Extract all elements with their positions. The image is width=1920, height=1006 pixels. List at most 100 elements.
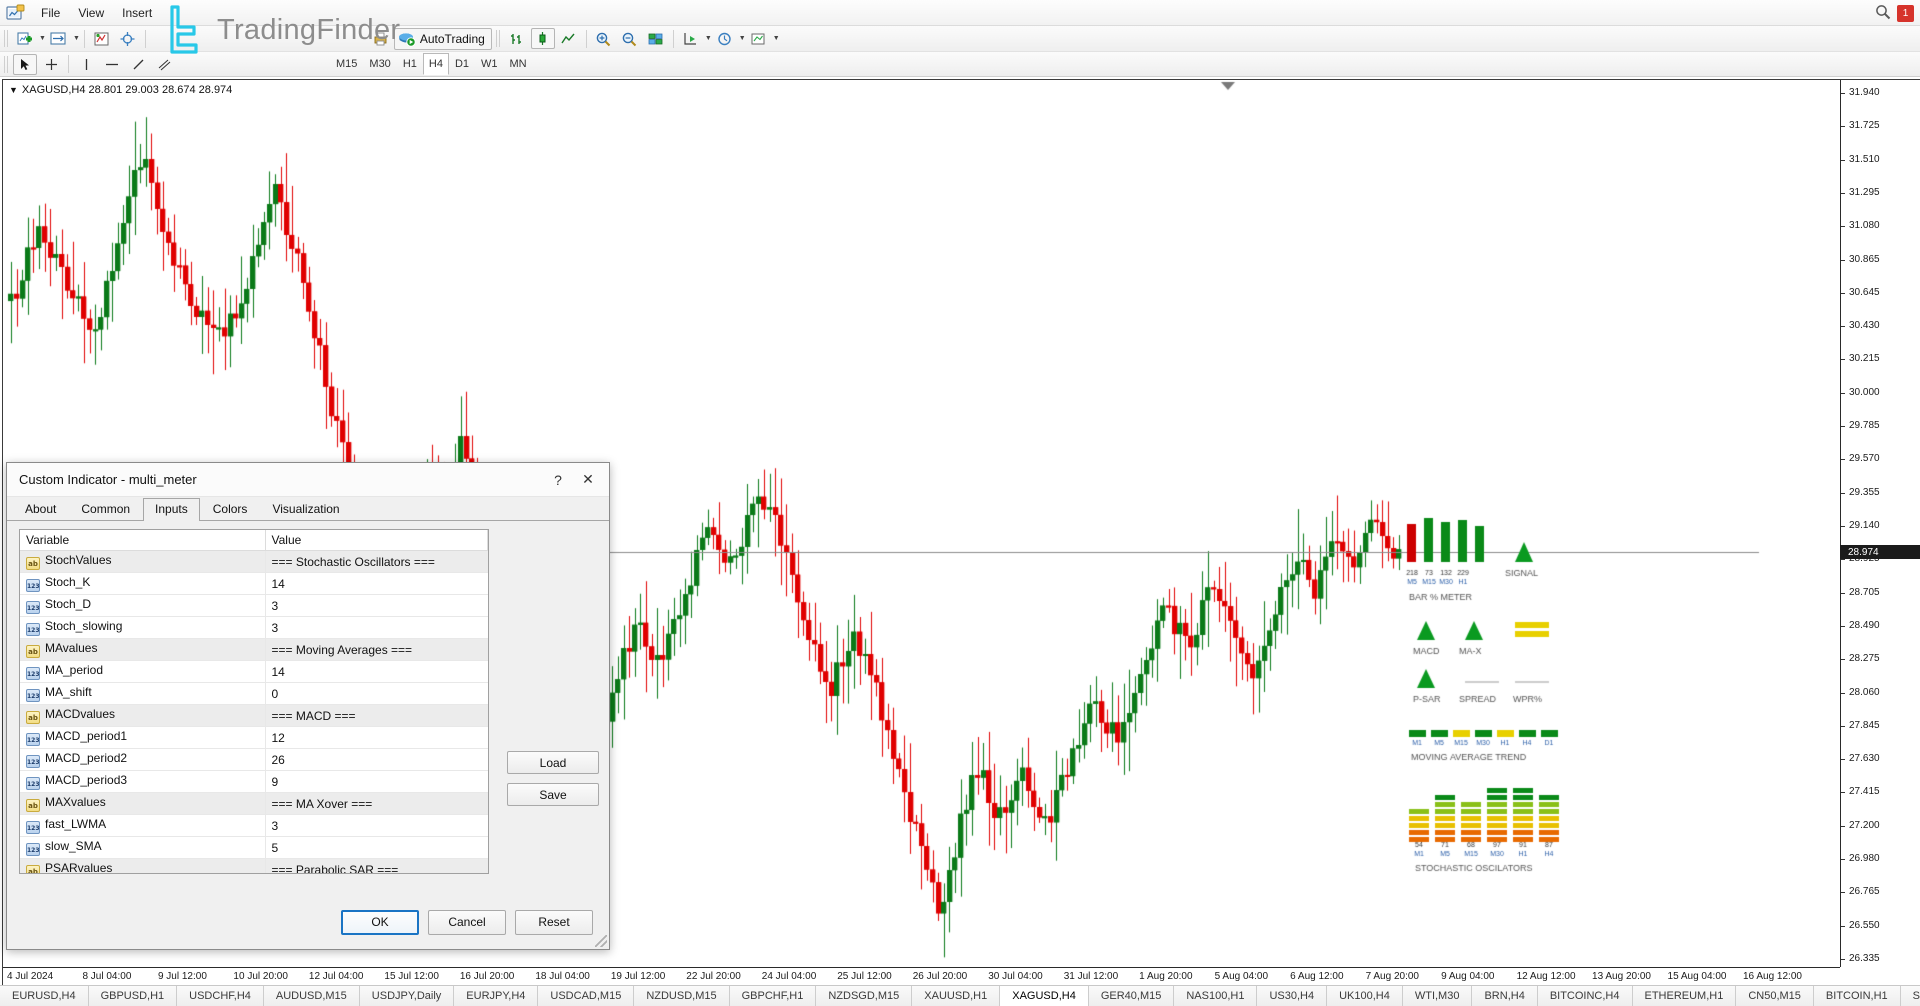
tab-about[interactable]: About [13, 498, 68, 520]
table-row[interactable]: 123MACD_period39 [20, 771, 488, 793]
symbol-tab-us30-h4[interactable]: US30,H4 [1257, 986, 1327, 1006]
parameter-name-cell[interactable]: abPSARvalues [20, 859, 265, 875]
timeframe-m15[interactable]: M15 [330, 53, 363, 75]
symbol-tab-eurjpy-h4[interactable]: EURJPY,H4 [454, 986, 538, 1006]
parameter-name-cell[interactable]: 123slow_SMA [20, 837, 265, 859]
symbol-tab-gbpusd-h1[interactable]: GBPUSD,H1 [89, 986, 178, 1006]
parameter-name-cell[interactable]: abStochValues [20, 551, 265, 573]
symbol-tab-cn50-m15[interactable]: CN50,M15 [1736, 986, 1814, 1006]
save-button[interactable]: Save [507, 783, 599, 806]
symbol-tab-ethereum-h1[interactable]: ETHEREUM,H1 [1633, 986, 1737, 1006]
menu-item-view[interactable]: View [69, 3, 113, 23]
price-axis[interactable]: 31.94031.72531.51031.29531.08030.86530.6… [1840, 80, 1920, 967]
symbol-tab-audusd-m15[interactable]: AUDUSD,M15 [264, 986, 360, 1006]
bar-chart-icon[interactable] [505, 28, 529, 49]
parameter-name-cell[interactable]: 123fast_LWMA [20, 815, 265, 837]
parameter-value-cell[interactable]: === Parabolic SAR === [265, 859, 488, 875]
new-chart-dropdown-caret[interactable]: ▼ [39, 35, 46, 42]
parameter-value-cell[interactable]: === MA Xover === [265, 793, 488, 815]
close-button[interactable]: ✕ [573, 467, 603, 493]
candlestick-chart-icon[interactable] [531, 28, 555, 49]
symbol-tab-ger40-m15[interactable]: GER40,M15 [1089, 986, 1175, 1006]
symbol-tab-usdchf-h4[interactable]: USDCHF,H4 [177, 986, 264, 1006]
tab-colors[interactable]: Colors [201, 498, 260, 520]
table-row[interactable]: abMACDvalues=== MACD === [20, 705, 488, 727]
parameter-value-cell[interactable]: 14 [265, 573, 488, 595]
dialog-title-bar[interactable]: Custom Indicator - multi_meter ? ✕ [7, 463, 609, 497]
symbol-tab-bar[interactable]: EURUSD,H4GBPUSD,H1USDCHF,H4AUDUSD,M15USD… [0, 985, 1920, 1006]
tile-windows-icon[interactable] [644, 28, 668, 49]
table-row[interactable]: 123MA_shift0 [20, 683, 488, 705]
table-row[interactable]: 123MACD_period112 [20, 727, 488, 749]
table-row[interactable]: 123MACD_period226 [20, 749, 488, 771]
parameter-name-cell[interactable]: 123MA_period [20, 661, 265, 683]
tab-common[interactable]: Common [69, 498, 142, 520]
load-button[interactable]: Load [507, 751, 599, 774]
cancel-button[interactable]: Cancel [428, 910, 506, 935]
symbol-tab-wti-m30[interactable]: WTI,M30 [1403, 986, 1473, 1006]
parameter-name-cell[interactable]: abMAXvalues [20, 793, 265, 815]
symbol-tab-eurusd-h4[interactable]: EURUSD,H4 [0, 986, 89, 1006]
crosshair-icon[interactable] [116, 28, 140, 49]
timeframe-mn[interactable]: MN [504, 53, 533, 75]
parameter-value-cell[interactable]: 26 [265, 749, 488, 771]
templates-icon[interactable] [747, 28, 771, 49]
menu-item-insert[interactable]: Insert [113, 3, 161, 23]
parameter-value-cell[interactable]: 5 [265, 837, 488, 859]
symbol-tab-nzdusd-m15[interactable]: NZDUSD,M15 [634, 986, 729, 1006]
search-icon[interactable] [1875, 4, 1891, 23]
parameter-value-cell[interactable]: 3 [265, 815, 488, 837]
symbol-tab-nas100-h1[interactable]: NAS100,H1 [1174, 986, 1257, 1006]
parameter-name-cell[interactable]: 123MACD_period2 [20, 749, 265, 771]
notification-badge[interactable]: 1 [1897, 5, 1914, 22]
zoom-out-icon[interactable] [618, 28, 642, 49]
parameter-value-cell[interactable]: 14 [265, 661, 488, 683]
parameter-value-cell[interactable]: 3 [265, 595, 488, 617]
tab-visualization[interactable]: Visualization [260, 498, 351, 520]
symbol-tab-gbpchf-h1[interactable]: GBPCHF,H1 [730, 986, 817, 1006]
timeframe-h1[interactable]: H1 [397, 53, 423, 75]
print-icon[interactable] [369, 28, 393, 49]
table-row[interactable]: abMAXvalues=== MA Xover === [20, 793, 488, 815]
ok-button[interactable]: OK [341, 910, 419, 935]
parameter-value-cell[interactable]: === MACD === [265, 705, 488, 727]
table-row[interactable]: 123Stoch_K14 [20, 573, 488, 595]
timeframe-w1[interactable]: W1 [475, 53, 504, 75]
symbol-tab-uk100-h4[interactable]: UK100,H4 [1327, 986, 1403, 1006]
table-row[interactable]: abPSARvalues=== Parabolic SAR === [20, 859, 488, 875]
parameter-value-cell[interactable]: === Stochastic Oscillators === [265, 551, 488, 573]
symbol-tab-bitcoin-h1[interactable]: BITCOIN,H1 [1814, 986, 1901, 1006]
parameter-value-cell[interactable]: 12 [265, 727, 488, 749]
parameter-value-cell[interactable]: 3 [265, 617, 488, 639]
symbol-tab-brn-h4[interactable]: BRN,H4 [1472, 986, 1537, 1006]
parameter-value-cell[interactable]: 0 [265, 683, 488, 705]
expert-advisor-icon[interactable] [713, 28, 737, 49]
parameter-value-cell[interactable]: 9 [265, 771, 488, 793]
autotrading-button[interactable]: AutoTrading [394, 28, 492, 50]
parameter-name-cell[interactable]: 123MA_shift [20, 683, 265, 705]
toolbar-grip[interactable] [4, 56, 8, 73]
cursor-icon[interactable] [13, 54, 37, 75]
symbol-tab-bitcoinc-h4[interactable]: BITCOINC,H4 [1538, 986, 1633, 1006]
channel-icon[interactable] [152, 54, 176, 75]
crosshair-tool-icon[interactable] [39, 54, 63, 75]
horizontal-line-icon[interactable] [100, 54, 124, 75]
custom-indicator-dialog[interactable]: Custom Indicator - multi_meter ? ✕ About… [6, 462, 610, 950]
symbol-tab-xagusd-h4[interactable]: XAGUSD,H4 [1000, 986, 1089, 1006]
help-button[interactable]: ? [543, 467, 573, 493]
vertical-line-icon[interactable] [74, 54, 98, 75]
parameter-name-cell[interactable]: abMACDvalues [20, 705, 265, 727]
period-dropdown-caret[interactable]: ▼ [705, 35, 712, 42]
open-profile-dropdown-caret[interactable]: ▼ [73, 35, 80, 42]
table-row[interactable]: 123fast_LWMA3 [20, 815, 488, 837]
parameter-name-cell[interactable]: 123MACD_period1 [20, 727, 265, 749]
indicators-icon[interactable] [90, 28, 114, 49]
timeframe-m30[interactable]: M30 [363, 53, 396, 75]
period-separator-icon[interactable] [679, 28, 703, 49]
toolbar-grip[interactable] [496, 30, 500, 47]
tab-inputs[interactable]: Inputs [143, 498, 200, 521]
toolbar-grip[interactable] [4, 30, 8, 47]
menu-item-file[interactable]: File [32, 3, 69, 23]
table-row[interactable]: abMAvalues=== Moving Averages === [20, 639, 488, 661]
symbol-tab-sol-h4[interactable]: SOL,H4 [1901, 986, 1920, 1006]
